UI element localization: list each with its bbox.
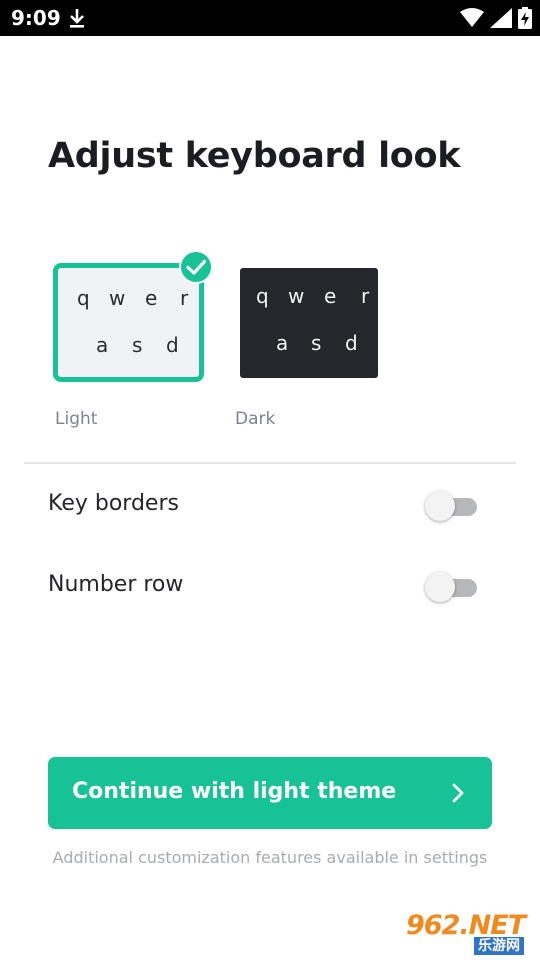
download-icon xyxy=(70,9,84,28)
divider xyxy=(24,462,516,464)
watermark-logo: 962.NET 乐游网 xyxy=(400,910,536,956)
chevron-right-icon xyxy=(452,783,464,803)
continue-button-label: Continue with light theme xyxy=(72,779,397,804)
key: w xyxy=(109,286,126,310)
setting-label: Key borders xyxy=(48,491,179,516)
key: a xyxy=(96,333,109,357)
setting-row-number-row: Number row xyxy=(0,556,540,616)
key: q xyxy=(77,286,90,310)
footer-note: Additional customization features availa… xyxy=(52,848,488,867)
setting-row-key-borders: Key borders xyxy=(0,475,540,535)
key: w xyxy=(288,284,305,308)
theme-label-dark: Dark xyxy=(235,409,276,429)
check-circle-icon xyxy=(179,250,213,284)
toggle-thumb xyxy=(425,491,455,521)
signal-icon xyxy=(490,8,512,28)
key: r xyxy=(361,284,370,308)
battery-charging-icon xyxy=(518,7,532,29)
watermark-subtext: 乐游网 xyxy=(474,937,524,955)
wifi-icon xyxy=(460,8,484,27)
status-bar: 9:09 xyxy=(0,0,540,36)
theme-label-light: Light xyxy=(55,409,98,429)
page-title: Adjust keyboard look xyxy=(48,136,461,176)
key: s xyxy=(311,331,322,355)
status-icons xyxy=(460,6,532,30)
key: s xyxy=(132,333,143,357)
key: d xyxy=(166,333,179,357)
setting-label: Number row xyxy=(48,572,184,597)
key: r xyxy=(180,286,189,310)
status-time: 9:09 xyxy=(11,6,61,30)
key: e xyxy=(145,286,158,310)
key-borders-toggle[interactable] xyxy=(425,490,479,522)
theme-option-dark[interactable]: q w e r a s d xyxy=(240,268,378,378)
key: e xyxy=(324,284,337,308)
toggle-thumb xyxy=(425,572,455,602)
number-row-toggle[interactable] xyxy=(425,571,479,603)
continue-button[interactable]: Continue with light theme xyxy=(48,757,492,829)
key: d xyxy=(345,331,358,355)
key: q xyxy=(256,284,269,308)
key: a xyxy=(276,331,289,355)
